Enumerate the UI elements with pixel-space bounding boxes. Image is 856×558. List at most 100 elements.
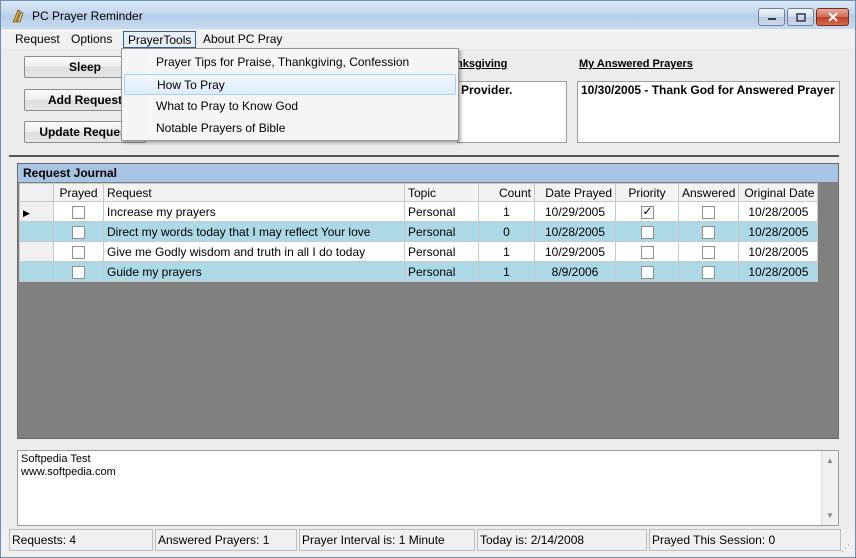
request-journal-grid: Request Journal Prayed Request Topic Cou… (17, 163, 839, 439)
row-selector[interactable] (19, 261, 54, 282)
prayed-checkbox[interactable] (72, 265, 85, 279)
answered-cell[interactable] (677, 261, 740, 282)
answered-cell[interactable] (677, 221, 740, 242)
prayed-checkbox[interactable] (72, 245, 85, 259)
priority-cell[interactable] (615, 201, 679, 222)
row-selector[interactable] (19, 241, 54, 262)
answered-checkbox[interactable] (702, 265, 716, 279)
date-prayed-cell[interactable]: 8/9/2006 (534, 261, 616, 282)
scroll-up-icon[interactable]: ▲ (826, 454, 834, 467)
table-row[interactable]: ▶ Increase my prayers Personal 1 10/29/2… (19, 201, 819, 222)
notes-textarea[interactable]: Softpedia Test www.softpedia.com ▲ ▼ (17, 450, 839, 526)
original-date-cell[interactable]: 10/28/2005 (738, 221, 819, 242)
priority-cell[interactable] (615, 221, 679, 242)
original-date-cell[interactable]: 10/28/2005 (738, 201, 819, 222)
thanksgiving-text: Provider. (461, 83, 513, 97)
status-today: Today is: 2/14/2008 (477, 529, 647, 551)
minimize-button[interactable] (758, 8, 785, 26)
topic-cell[interactable]: Personal (404, 201, 479, 222)
prayertools-dropdown: Prayer Tips for Praise, Thankgiving, Con… (121, 48, 459, 141)
grid-caption: Request Journal (18, 164, 838, 182)
original-date-cell[interactable]: 10/28/2005 (738, 261, 819, 282)
table-row[interactable]: Direct my words today that I may reflect… (19, 221, 819, 242)
col-header-topic[interactable]: Topic (404, 183, 479, 202)
answered-checkbox[interactable] (702, 225, 716, 239)
col-header-prayed[interactable]: Prayed (53, 183, 104, 202)
menu-prayertools[interactable]: PrayerTools (123, 31, 197, 48)
answered-prayers-textbox[interactable]: 10/30/2005 - Thank God for Answered Pray… (577, 81, 840, 143)
vertical-scrollbar[interactable]: ▲ ▼ (821, 451, 838, 525)
priority-cell[interactable] (615, 261, 679, 282)
count-cell[interactable]: 1 (478, 261, 535, 282)
count-cell[interactable]: 0 (478, 221, 535, 242)
menu-item-know-god[interactable]: What to Pray to Know God (124, 96, 456, 117)
date-prayed-cell[interactable]: 10/28/2005 (534, 221, 616, 242)
topic-cell[interactable]: Personal (404, 221, 479, 242)
priority-checkbox[interactable] (640, 204, 654, 219)
prayed-cell[interactable] (53, 221, 104, 242)
col-header-count[interactable]: Count (478, 183, 535, 202)
request-cell[interactable]: Guide my prayers (103, 261, 405, 282)
current-row-arrow-icon: ▶ (23, 207, 30, 218)
status-bar: Requests: 4 Answered Prayers: 1 Prayer I… (1, 529, 855, 557)
col-header-original-date[interactable]: Original Date (738, 183, 819, 202)
topic-cell[interactable]: Personal (404, 241, 479, 262)
notes-line: www.softpedia.com (21, 466, 116, 478)
col-header-answered[interactable]: Answered (677, 183, 740, 202)
request-cell[interactable]: Increase my prayers (103, 201, 405, 222)
prayed-cell[interactable] (53, 241, 104, 262)
topic-cell[interactable]: Personal (404, 261, 479, 282)
col-header-request[interactable]: Request (103, 183, 405, 202)
thanksgiving-label: nksgiving (456, 58, 508, 70)
col-header-priority[interactable]: Priority (615, 183, 679, 202)
prayed-cell[interactable] (53, 261, 104, 282)
request-cell[interactable]: Give me Godly wisdom and truth in all I … (103, 241, 405, 262)
resize-grip-icon[interactable]: ⋰ (841, 543, 853, 555)
prayed-cell[interactable] (53, 201, 104, 222)
date-prayed-cell[interactable]: 10/29/2005 (534, 201, 616, 222)
original-date-cell[interactable]: 10/28/2005 (738, 241, 819, 262)
status-requests: Requests: 4 (9, 529, 153, 551)
menu-item-notable-prayers[interactable]: Notable Prayers of Bible (124, 118, 456, 139)
priority-checkbox[interactable] (640, 245, 654, 259)
praying-hands-icon (12, 9, 24, 23)
row-selector[interactable]: ▶ (19, 201, 54, 222)
request-cell[interactable]: Direct my words today that I may reflect… (103, 221, 405, 242)
divider (9, 155, 839, 157)
menu-options[interactable]: Options (67, 31, 116, 48)
thanksgiving-textbox[interactable]: Provider. (457, 81, 567, 143)
scroll-down-icon[interactable]: ▼ (826, 509, 834, 522)
menu-request[interactable]: Request (11, 31, 64, 48)
minimize-icon (767, 18, 776, 20)
close-button[interactable] (816, 8, 849, 26)
table-row[interactable]: Give me Godly wisdom and truth in all I … (19, 241, 819, 262)
answered-checkbox[interactable] (702, 205, 716, 219)
maximize-icon (795, 12, 806, 22)
priority-checkbox[interactable] (640, 225, 654, 239)
answered-cell[interactable] (677, 201, 740, 222)
title-bar: PC Prayer Reminder (1, 1, 855, 29)
menu-item-how-to-pray[interactable]: How To Pray (124, 74, 456, 95)
col-header-date-prayed[interactable]: Date Prayed (534, 183, 616, 202)
status-interval: Prayer Interval is: 1 Minute (299, 529, 475, 551)
window-title: PC Prayer Reminder (32, 9, 143, 23)
count-cell[interactable]: 1 (478, 201, 535, 222)
priority-checkbox[interactable] (640, 265, 654, 279)
count-cell[interactable]: 1 (478, 241, 535, 262)
priority-cell[interactable] (615, 241, 679, 262)
close-icon (827, 12, 838, 22)
prayed-checkbox[interactable] (72, 205, 85, 219)
app-window: PC Prayer Reminder Request Options Praye… (0, 0, 856, 558)
table-row[interactable]: Guide my prayers Personal 1 8/9/2006 10/… (19, 261, 819, 282)
maximize-button[interactable] (787, 8, 814, 26)
answered-cell[interactable] (677, 241, 740, 262)
request-table: Prayed Request Topic Count Date Prayed P… (19, 183, 819, 282)
answered-checkbox[interactable] (702, 245, 716, 259)
menu-about[interactable]: About PC Pray (199, 31, 286, 48)
prayed-checkbox[interactable] (72, 225, 85, 239)
status-session: Prayed This Session: 0 (649, 529, 841, 551)
answered-prayers-label: My Answered Prayers (579, 58, 693, 70)
date-prayed-cell[interactable]: 10/29/2005 (534, 241, 616, 262)
menu-item-prayer-tips[interactable]: Prayer Tips for Praise, Thankgiving, Con… (124, 52, 456, 73)
row-selector[interactable] (19, 221, 54, 242)
